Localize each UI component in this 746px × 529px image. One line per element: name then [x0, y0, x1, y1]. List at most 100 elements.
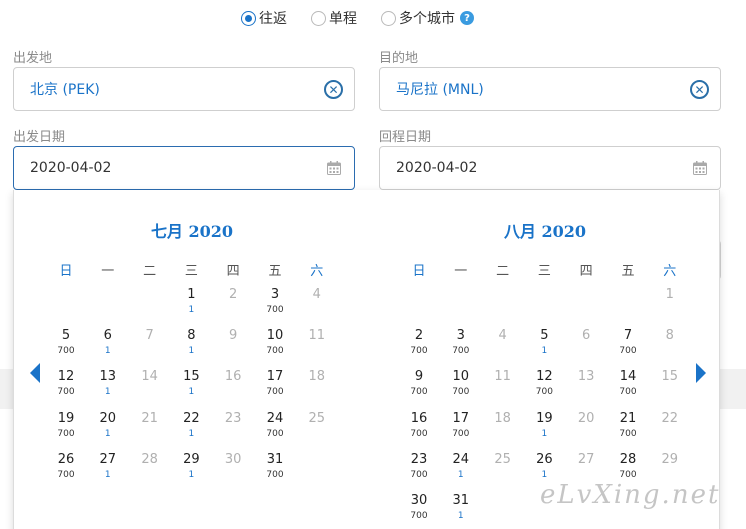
day-number: 18 [308, 369, 326, 385]
depart-date-label: 出发日期 [13, 130, 66, 145]
day-price: 1 [457, 469, 464, 480]
radio-unchecked-icon[interactable] [381, 10, 396, 26]
day-number: 2 [414, 328, 424, 344]
calendar-day[interactable]: 24 1 [440, 452, 482, 492]
day-number: 16 [224, 369, 242, 385]
calendar-day[interactable]: 10 700 [254, 328, 296, 368]
calendar-day: 23 [212, 411, 254, 451]
calendar-day: 9 [212, 328, 254, 368]
next-month-arrow-icon[interactable] [696, 363, 706, 383]
day-price: 700 [57, 469, 75, 480]
day-number: 8 [665, 328, 674, 344]
trip-type-selector: 往返 单程 多个城市 ? [0, 8, 746, 30]
calendar-day[interactable]: 9 700 [398, 369, 440, 409]
calendar-day[interactable]: 15 1 [170, 369, 212, 409]
calendar-day[interactable]: 27 1 [87, 452, 129, 492]
weekday-header: 六 [310, 264, 324, 279]
day-number: 14 [619, 369, 637, 385]
depart-date-value: 2020-04-02 [30, 160, 112, 176]
calendar-day[interactable]: 7 700 [607, 328, 649, 368]
origin-field[interactable]: 北京 (PEK) ✕ [13, 67, 355, 111]
day-number: 6 [103, 328, 112, 344]
trip-type-multicity[interactable]: 多个城市 ? [381, 8, 474, 28]
day-price: 1 [188, 428, 195, 439]
weekday-header: 五 [621, 264, 635, 279]
trip-type-roundtrip[interactable]: 往返 [241, 8, 287, 28]
calendar-day[interactable]: 2 700 [398, 328, 440, 368]
weekday-header: 日 [59, 264, 73, 279]
calendar-day[interactable]: 17 700 [440, 411, 482, 451]
weekday-header: 三 [537, 264, 551, 279]
day-price: 1 [188, 305, 195, 315]
calendar-day[interactable]: 24 700 [254, 411, 296, 451]
day-number: 27 [99, 451, 117, 467]
calendar-day[interactable]: 3 700 [254, 287, 296, 327]
day-price: 700 [410, 346, 428, 357]
prev-month-arrow-icon[interactable] [30, 363, 40, 383]
calendar-day: 25 [296, 411, 338, 451]
calendar-day[interactable]: 81 [170, 328, 212, 368]
calendar-day[interactable]: 26 700 [45, 452, 87, 492]
calendar-day[interactable]: 19 700 [45, 411, 87, 451]
day-price: 700 [410, 387, 428, 398]
return-date-field[interactable]: 2020-04-02 [379, 146, 721, 190]
calendar-day[interactable]: 19 1 [523, 411, 565, 451]
calendar-day[interactable]: 12 700 [45, 369, 87, 409]
day-price: 700 [266, 387, 284, 398]
calendar-day[interactable]: 13 1 [87, 369, 129, 409]
calendar-day[interactable]: 23 700 [398, 452, 440, 492]
calendar-day[interactable]: 3 700 [440, 328, 482, 368]
calendar-day: 28 [129, 452, 171, 492]
calendar-day: 8 [649, 328, 691, 368]
weekday-header: 二 [143, 264, 157, 279]
clear-destination-icon[interactable]: ✕ [690, 80, 709, 99]
calendar-day[interactable]: 61 [87, 328, 129, 368]
radio-unchecked-icon[interactable] [311, 10, 326, 26]
return-date-label: 回程日期 [379, 130, 432, 145]
calendar-day[interactable]: 17 700 [254, 369, 296, 409]
day-price: 700 [410, 511, 428, 521]
help-icon[interactable]: ? [460, 11, 474, 25]
day-price: 700 [410, 428, 428, 439]
day-number: 20 [577, 410, 595, 426]
calendar-day: 1 [649, 287, 691, 327]
day-number: 26 [536, 451, 553, 467]
calendar-day[interactable]: 21 700 [607, 411, 649, 451]
day-number: 16 [410, 410, 428, 426]
calendar-day[interactable]: 30 700 [398, 493, 440, 529]
day-price: 700 [452, 428, 470, 439]
calendar-day[interactable]: 22 1 [170, 411, 212, 451]
calendar-day[interactable]: 5 700 [45, 328, 87, 368]
clear-origin-icon[interactable]: ✕ [324, 80, 343, 99]
calendar-day[interactable]: 29 1 [170, 452, 212, 492]
destination-field[interactable]: 马尼拉 (MNL) ✕ [379, 67, 721, 111]
day-number: 28 [141, 451, 158, 467]
calendar-day[interactable]: 10 700 [440, 369, 482, 409]
trip-type-oneway[interactable]: 单程 [311, 8, 357, 28]
calendar-day[interactable]: 31 1 [440, 493, 482, 529]
calendar-day[interactable]: 11 [170, 287, 212, 327]
calendar-day[interactable]: 31 700 [254, 452, 296, 492]
weekday-header: 四 [226, 264, 240, 279]
calendar-day: 21 [129, 411, 171, 451]
calendar-icon [693, 161, 707, 175]
day-number: 26 [57, 451, 75, 467]
day-price: 700 [57, 428, 75, 439]
day-number: 18 [494, 410, 511, 426]
day-number: 25 [308, 410, 326, 426]
weekday-header: 一 [454, 264, 468, 279]
calendar-day: 22 [649, 411, 691, 451]
calendar-day[interactable]: 20 1 [87, 411, 129, 451]
radio-checked-icon[interactable] [241, 10, 256, 26]
calendar-day[interactable]: 12 700 [523, 369, 565, 409]
calendar-day: 11 [482, 369, 524, 409]
weekday-header: 三 [184, 264, 198, 279]
day-price: 700 [535, 387, 553, 398]
calendar-day[interactable]: 14 700 [607, 369, 649, 409]
calendar-day[interactable]: 16 700 [398, 411, 440, 451]
weekday-header: 四 [579, 264, 593, 279]
day-number: 19 [57, 410, 75, 426]
depart-date-field[interactable]: 2020-04-02 [13, 146, 355, 190]
calendar-day[interactable]: 51 [523, 328, 565, 368]
destination-label: 目的地 [379, 51, 419, 66]
